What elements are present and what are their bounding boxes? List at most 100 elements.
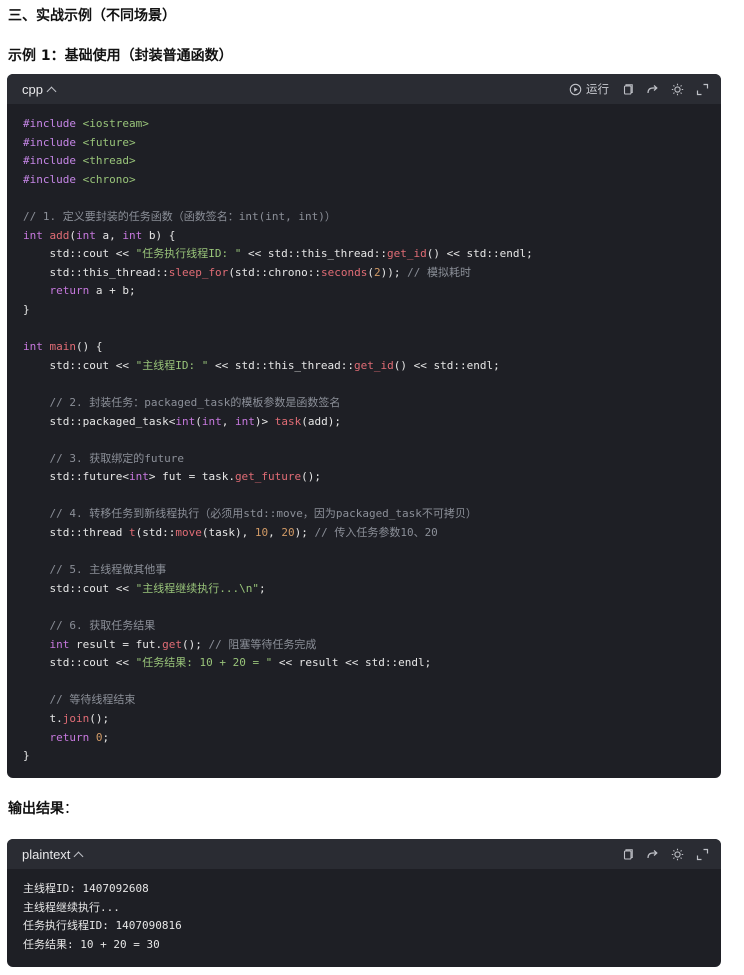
output-block-header: plaintext	[7, 839, 721, 869]
collapse-chevron-icon[interactable]	[73, 851, 84, 861]
code-token: ();	[181, 637, 202, 651]
expand-icon[interactable]	[696, 83, 709, 96]
share-icon[interactable]	[646, 848, 659, 861]
code-token: ;	[258, 581, 266, 595]
code-token: std::future<	[23, 470, 129, 484]
code-line: // 等待线程结束	[23, 691, 705, 710]
code-line: // 3. 获取绑定的future	[23, 450, 705, 469]
play-icon	[569, 83, 582, 96]
theme-icon[interactable]	[671, 848, 684, 861]
code-token: 10	[254, 526, 269, 540]
output-label-suffix: ：	[64, 801, 78, 817]
collapse-chevron-icon[interactable]	[46, 86, 57, 96]
code-token: std::cout <<	[23, 581, 136, 595]
code-token: )>	[254, 414, 275, 428]
code-token: get_id	[354, 358, 394, 372]
output-language-label[interactable]: plaintext	[22, 847, 70, 862]
code-token: "主线程ID: "	[135, 358, 209, 372]
code-token: (	[69, 228, 76, 242]
code-line: std::packaged_task<int(int, int)> task(a…	[23, 413, 705, 432]
code-token: );	[294, 526, 308, 540]
code-token: <iostream>	[82, 117, 149, 130]
code-token: get	[162, 637, 182, 651]
copy-icon[interactable]	[621, 83, 634, 96]
code-line: std::this_thread::sleep_for(std::chrono:…	[23, 264, 705, 283]
output-content[interactable]: 主线程ID: 1407092608 主线程继续执行... 任务执行线程ID: 140…	[7, 869, 721, 954]
code-token: // 传入任务参数10、20	[307, 526, 438, 540]
code-token: std::cout <<	[23, 656, 136, 670]
code-token: (	[195, 414, 202, 428]
copy-icon[interactable]	[621, 848, 634, 861]
code-token: int	[122, 228, 143, 242]
section-heading: 三、实战示例（不同场景）	[8, 8, 176, 24]
code-token: t.	[23, 712, 63, 725]
code-token: ,	[221, 414, 235, 428]
code-line: #include <chrono>	[23, 171, 705, 190]
code-token: #include	[23, 154, 83, 168]
code-token: ));	[380, 265, 401, 279]
code-token: main	[49, 340, 77, 354]
code-token: int	[128, 470, 149, 484]
code-token: seconds	[321, 265, 368, 279]
code-token: int	[234, 414, 255, 428]
code-token: "主线程继续执行...\n"	[135, 581, 259, 595]
code-token: // 阻塞等待任务完成	[201, 637, 317, 651]
run-button[interactable]: 运行	[569, 81, 609, 97]
code-token: << std::this_thread::	[241, 247, 388, 261]
code-line: #include <future>	[23, 134, 705, 153]
code-line: int add(int a, int b) {	[23, 227, 705, 246]
code-token: > fut = task.	[148, 470, 235, 484]
code-token: (add);	[301, 414, 341, 428]
code-line: }	[23, 301, 705, 320]
code-token: // 5. 主线程做其他事	[23, 563, 167, 577]
output-line: 任务结果: 10 + 20 = 30	[23, 937, 160, 951]
code-token: std::cout <<	[23, 247, 136, 261]
share-icon[interactable]	[646, 83, 659, 96]
code-token: () {	[76, 340, 103, 354]
code-token: 2	[374, 265, 381, 279]
code-block: cpp 运行 #include <iostream> #include <fut…	[7, 74, 721, 778]
theme-icon[interactable]	[671, 83, 684, 96]
code-line: int main() {	[23, 338, 705, 357]
code-line: #include <thread>	[23, 152, 705, 171]
code-token: a,	[95, 228, 123, 242]
code-token: int	[76, 228, 96, 242]
code-line: int result = fut.get(); // 阻塞等待任务完成	[23, 636, 705, 655]
code-token: int	[23, 637, 70, 651]
code-line: std::cout << "任务结果: 10 + 20 = " << resul…	[23, 654, 705, 673]
code-token: int	[23, 228, 50, 242]
code-line: std::cout << "主线程ID: " << std::this_thre…	[23, 357, 705, 376]
code-token: (std::	[135, 526, 176, 540]
code-token: int	[201, 414, 222, 428]
code-token: "任务结果: 10 + 20 = "	[135, 656, 273, 670]
code-token: t	[128, 526, 136, 540]
code-token: () << std::endl;	[426, 247, 533, 261]
output-block: plaintext 主线程ID: 1407092608 主线程继续执行... 任务执…	[7, 839, 721, 967]
code-token: <thread>	[82, 154, 136, 168]
code-token: a + b;	[89, 284, 136, 298]
code-token: get_id	[387, 247, 427, 261]
code-token: ,	[268, 526, 282, 540]
code-block-header: cpp 运行	[7, 74, 721, 104]
code-token: // 1. 定义要封装的任务函数（函数签名：int(int, int)）	[23, 209, 336, 223]
code-line: std::thread t(std::move(task), 10, 20); …	[23, 524, 705, 543]
code-token: #include	[23, 117, 83, 130]
code-token: // 2. 封装任务：packaged_task的模板参数是函数签名	[23, 395, 341, 409]
expand-icon[interactable]	[696, 848, 709, 861]
code-content[interactable]: #include <iostream> #include <future> #inc…	[7, 104, 721, 766]
code-token: task	[274, 414, 302, 428]
code-line: // 1. 定义要封装的任务函数（函数签名：int(int, int)）	[23, 208, 705, 227]
output-line: 主线程ID: 1407092608	[23, 882, 149, 895]
code-token: () << std::endl;	[393, 358, 500, 372]
output-line: 任务执行线程ID: 1407090816	[23, 919, 182, 933]
code-token: (task),	[201, 526, 255, 540]
code-token: (std::chrono::	[228, 265, 322, 279]
code-line: std::future<int> fut = task.get_future()…	[23, 468, 705, 487]
code-token: int	[23, 340, 50, 354]
code-language-label[interactable]: cpp	[22, 82, 43, 97]
